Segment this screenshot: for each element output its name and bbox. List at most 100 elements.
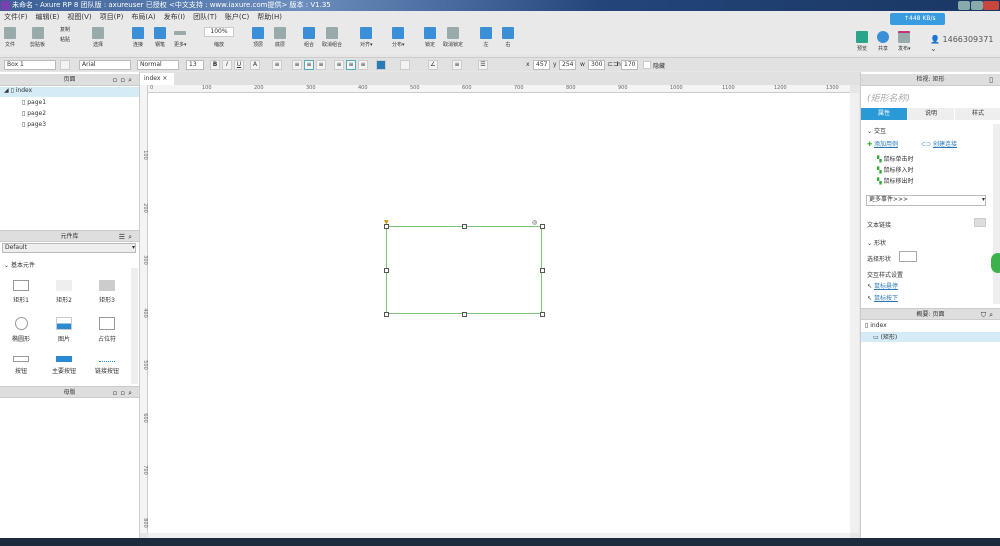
interaction-section[interactable]: ⌄ 交互 xyxy=(867,126,886,135)
y-input[interactable]: 254 xyxy=(559,60,576,70)
zoom-control[interactable]: 100% 缩放 xyxy=(204,27,234,48)
unlock-button[interactable]: 取消锁定 xyxy=(443,27,463,48)
resize-handle[interactable] xyxy=(462,224,467,229)
menu-publish[interactable]: 发布(I) xyxy=(164,11,186,23)
select-shape-dropdown[interactable] xyxy=(899,251,917,262)
zoom-select[interactable]: 100% xyxy=(204,27,234,37)
resize-handle[interactable] xyxy=(540,312,545,317)
connect-button[interactable]: 连接 xyxy=(132,27,144,48)
outline-item-rectangle[interactable]: ▭ (矩形) xyxy=(861,332,1000,342)
outline-tools[interactable]: ⛉⌕ xyxy=(981,309,996,321)
widget-name-select[interactable]: Box 1 xyxy=(4,60,56,70)
library-scrollbar[interactable] xyxy=(131,268,138,384)
create-link-link[interactable]: ⊂⊃ 创建连接 xyxy=(921,139,957,148)
menu-help[interactable]: 帮助(H) xyxy=(257,11,282,23)
fill-color-button[interactable] xyxy=(376,60,386,70)
group-button[interactable]: 组合 xyxy=(303,27,315,48)
font-family-select[interactable]: Arial xyxy=(79,60,131,70)
hidden-checkbox[interactable] xyxy=(643,61,651,69)
maximize-button[interactable] xyxy=(971,1,983,10)
align-text-center-button[interactable]: ≡ xyxy=(304,60,314,70)
pen-button[interactable]: 钢笔 xyxy=(154,27,166,48)
bold-button[interactable]: B xyxy=(210,60,220,70)
paste-button[interactable]: 粘贴 xyxy=(60,36,70,43)
widget-primary-button[interactable]: 主要按钮 xyxy=(44,356,84,375)
tab-notes[interactable]: 说明 xyxy=(908,108,954,120)
corner-radius-handle-icon[interactable]: ◎ xyxy=(532,219,537,226)
file-button[interactable]: 文件 xyxy=(4,27,16,48)
rectangle-widget[interactable] xyxy=(386,226,542,314)
menu-edit[interactable]: 编辑(E) xyxy=(36,11,60,23)
valign-top-button[interactable]: ≡ xyxy=(334,60,344,70)
more-events-select[interactable]: 更多事件>>> ▾ xyxy=(866,195,986,206)
right-button[interactable]: 右 xyxy=(502,27,514,48)
h-input[interactable]: 170 xyxy=(621,60,638,70)
widget-rect2[interactable]: 矩形2 xyxy=(44,280,84,304)
publish-button[interactable]: 发布▾ xyxy=(898,31,911,52)
ungroup-button[interactable]: 取消组合 xyxy=(322,27,342,48)
canvas-vertical-scrollbar[interactable] xyxy=(850,93,859,533)
line-width-button[interactable]: ≡ xyxy=(452,60,462,70)
format-painter-icon[interactable] xyxy=(60,60,70,70)
bring-top-button[interactable]: 顶层 xyxy=(252,27,264,48)
floating-badge[interactable] xyxy=(991,253,1000,273)
clipboard-button[interactable]: 剪贴板 xyxy=(30,27,45,48)
italic-button[interactable]: I xyxy=(222,60,232,70)
library-tools[interactable]: ☰⌕ xyxy=(119,231,135,243)
x-input[interactable]: 457 xyxy=(533,60,550,70)
minimize-button[interactable] xyxy=(958,1,970,10)
mousedown-style-link[interactable]: ↖ 鼠标按下 xyxy=(867,293,898,302)
add-case-link[interactable]: ✚ 添加用例 xyxy=(867,139,898,148)
tab-style[interactable]: 样式 xyxy=(955,108,1000,120)
page-item-page1[interactable]: ▯ page1 xyxy=(22,99,46,106)
text-link-button[interactable] xyxy=(974,218,986,227)
shadow-button[interactable] xyxy=(400,60,410,70)
page-item-index[interactable]: ◢ ▯ index xyxy=(0,87,139,97)
page-item-page2[interactable]: ▯ page2 xyxy=(22,110,46,117)
widget-rect1[interactable]: 矩形1 xyxy=(1,280,41,304)
event-onmouseout[interactable]: ▚ 鼠标移出时 xyxy=(877,176,914,185)
menu-project[interactable]: 项目(P) xyxy=(100,11,124,23)
library-select[interactable]: Default ▾ xyxy=(2,243,136,253)
font-size-select[interactable]: 13 xyxy=(186,60,204,70)
inspector-scrollbar[interactable] xyxy=(993,124,1000,304)
align-text-left-button[interactable]: ≡ xyxy=(292,60,302,70)
event-onclick[interactable]: ▚ 鼠标单击时 xyxy=(877,154,914,163)
close-icon[interactable]: × xyxy=(162,75,167,82)
pages-tools[interactable]: ▫▫⌕ xyxy=(113,74,135,86)
masters-tools[interactable]: ▫▫⌕ xyxy=(113,387,135,399)
widget-link-button[interactable]: 链接按钮 xyxy=(87,356,127,375)
bullet-list-button[interactable]: ≡ xyxy=(272,60,282,70)
resize-handle[interactable] xyxy=(540,268,545,273)
resize-handle[interactable] xyxy=(384,312,389,317)
widget-placeholder[interactable]: 占位符 xyxy=(87,317,127,343)
notes-icon[interactable]: ▯ xyxy=(989,74,996,86)
more-button[interactable]: 更多▾ xyxy=(174,27,187,48)
widget-ellipse[interactable]: 椭圆形 xyxy=(1,317,41,343)
preview-button[interactable]: 预览 xyxy=(856,31,868,52)
tab-properties[interactable]: 属性 xyxy=(861,108,907,120)
share-button[interactable]: 共享 xyxy=(877,31,889,52)
shape-section[interactable]: ⌄ 形状 xyxy=(867,238,886,247)
menu-view[interactable]: 视图(V) xyxy=(67,11,91,23)
menu-layout[interactable]: 布局(A) xyxy=(131,11,155,23)
event-onmouseenter[interactable]: ▚ 鼠标移入时 xyxy=(877,165,914,174)
select-button[interactable]: 选择 xyxy=(92,27,104,48)
line-style-button[interactable]: ☰ xyxy=(478,60,488,70)
align-text-right-button[interactable]: ≡ xyxy=(316,60,326,70)
left-button[interactable]: 左 xyxy=(480,27,492,48)
font-color-button[interactable]: A xyxy=(250,60,260,70)
align-button[interactable]: 对齐▾ xyxy=(360,27,373,48)
underline-button[interactable]: U xyxy=(234,60,244,70)
menu-account[interactable]: 账户(C) xyxy=(225,11,249,23)
valign-bottom-button[interactable]: ≡ xyxy=(358,60,368,70)
widget-button[interactable]: 按钮 xyxy=(1,356,41,375)
widget-name-input[interactable]: (矩形名称) xyxy=(867,91,910,104)
resize-handle[interactable] xyxy=(384,224,389,229)
widget-image[interactable]: 图片 xyxy=(44,317,84,343)
resize-handle[interactable] xyxy=(540,224,545,229)
resize-handle[interactable] xyxy=(462,312,467,317)
close-button[interactable] xyxy=(983,1,999,10)
valign-middle-button[interactable]: ≡ xyxy=(346,60,356,70)
send-bottom-button[interactable]: 底层 xyxy=(274,27,286,48)
